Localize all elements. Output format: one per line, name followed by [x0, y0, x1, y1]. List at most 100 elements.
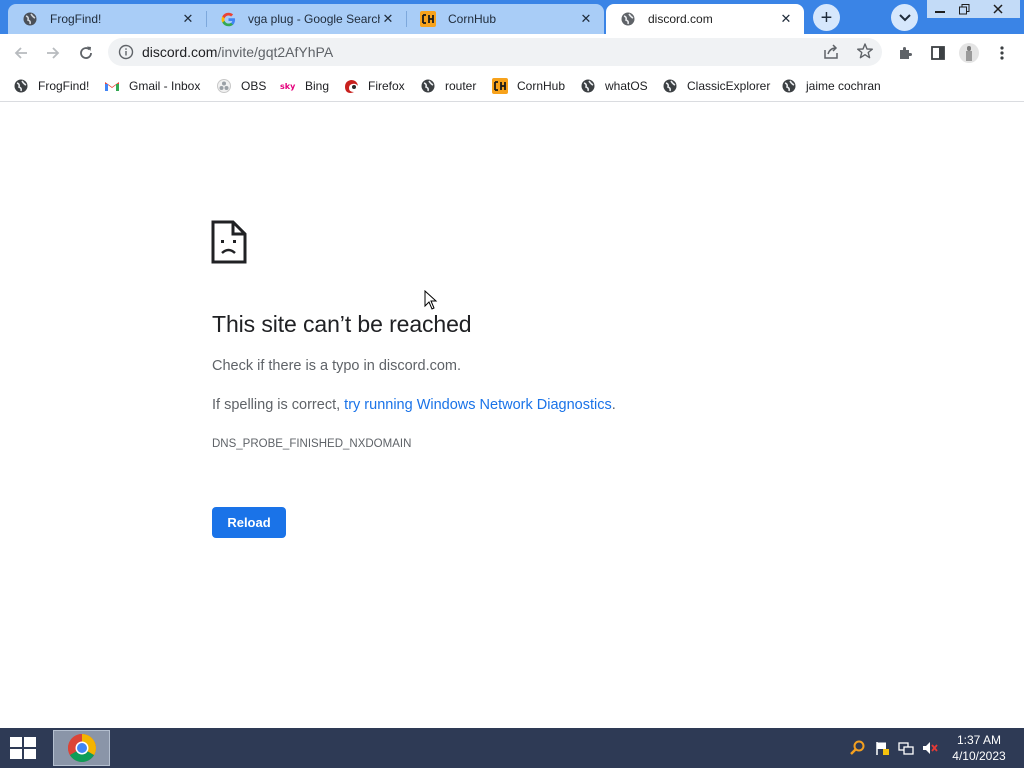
volume-muted-icon[interactable]: [922, 740, 938, 756]
close-icon[interactable]: ✕: [380, 11, 396, 27]
bookmark-label: CornHub: [517, 79, 566, 93]
network-icon[interactable]: [898, 740, 914, 756]
close-icon[interactable]: ✕: [578, 11, 594, 27]
ch-icon: [420, 11, 436, 27]
chevron-down-icon: [898, 13, 911, 21]
bookmark-whatos[interactable]: whatOS: [580, 76, 648, 96]
bookmark-label: ClassicExplorer: [687, 79, 771, 93]
gmail-icon: [104, 78, 120, 94]
bookmark-label: Firefox: [368, 79, 405, 93]
globe-icon: [13, 78, 29, 94]
close-icon[interactable]: ✕: [180, 11, 196, 27]
globe-icon: [22, 11, 38, 27]
puzzle-icon: [900, 47, 912, 59]
bookmark-frogfind[interactable]: FrogFind!: [13, 76, 89, 96]
bookmark-router[interactable]: router: [420, 76, 476, 96]
sad-document-icon: [211, 220, 247, 264]
bookmark-firefox[interactable]: Firefox: [343, 76, 405, 96]
share-icon[interactable]: [822, 43, 840, 61]
side-panel-icon: [931, 46, 945, 60]
arrow-left-icon: [14, 47, 27, 59]
taskbar: 1:37 AM 4/10/2023: [0, 728, 1024, 768]
obs-icon: [216, 78, 232, 94]
globe-icon: [620, 11, 636, 27]
more-vert-icon: [1000, 46, 1004, 60]
tab-search-button[interactable]: [891, 4, 918, 31]
globe-icon: [781, 78, 797, 94]
info-icon[interactable]: [118, 44, 134, 60]
error-suggestion-diagnostics: If spelling is correct, try running Wind…: [212, 397, 616, 413]
page-content: This site can’t be reached Check if ther…: [0, 103, 1024, 728]
close-icon: [993, 4, 1003, 14]
bookmark-label: OBS: [241, 79, 267, 93]
minimize-button[interactable]: [927, 0, 953, 18]
tab-cornhub[interactable]: CornHub ✕: [406, 4, 604, 34]
mouse-cursor-icon: [424, 290, 438, 310]
reload-button[interactable]: Reload: [212, 507, 286, 538]
globe-icon: [662, 78, 678, 94]
minimize-icon: [935, 11, 945, 13]
bookmark-gmail[interactable]: Gmail - Inbox: [104, 76, 200, 96]
browser-toolbar: discord.com/invite/gqt2AfYhPA: [0, 34, 1024, 70]
bookmark-label: Bing: [305, 79, 330, 93]
suggestion-prefix: If spelling is correct,: [212, 397, 345, 413]
tab-title: CornHub: [448, 12, 497, 26]
close-icon[interactable]: ✕: [778, 11, 794, 27]
clock-date: 4/10/2023: [952, 749, 1006, 763]
profile-button[interactable]: [956, 40, 982, 66]
google-icon: [220, 11, 236, 27]
bing-icon: sky: [280, 78, 296, 94]
tab-title: discord.com: [648, 12, 713, 26]
avatar: [959, 43, 979, 63]
network-diagnostics-link[interactable]: try running Windows Network Diagnostics: [344, 397, 612, 413]
bookmark-cornhub[interactable]: CornHub: [492, 76, 565, 96]
tab-title: vga plug - Google Search: [248, 12, 380, 26]
windows-start-button[interactable]: [8, 736, 38, 760]
tab-discord-active[interactable]: discord.com ✕: [606, 4, 804, 34]
restore-button[interactable]: [953, 0, 976, 18]
url-text[interactable]: discord.com/invite/gqt2AfYhPA: [142, 44, 333, 60]
arrow-right-icon: [47, 47, 60, 59]
svg-text:sky: sky: [280, 82, 296, 91]
error-suggestion-typo: Check if there is a typo in discord.com.: [212, 358, 462, 374]
refresh-icon: [80, 46, 92, 59]
error-code: DNS_PROBE_FINISHED_NXDOMAIN: [212, 438, 412, 450]
restore-icon: [959, 3, 970, 14]
reload-toolbar-button[interactable]: [73, 40, 99, 66]
chrome-icon: [67, 734, 96, 762]
search-icon[interactable]: [849, 740, 865, 756]
forward-button[interactable]: [40, 40, 66, 66]
back-button[interactable]: [8, 40, 34, 66]
bookmark-bing[interactable]: sky Bing: [280, 76, 329, 96]
taskbar-chrome-button[interactable]: [53, 730, 110, 766]
bookmarks-bar: FrogFind! Gmail - Inbox OBS sky Bing Fir…: [0, 70, 1024, 102]
globe-icon: [580, 78, 596, 94]
extensions-button[interactable]: [893, 40, 919, 66]
menu-button[interactable]: [989, 40, 1015, 66]
tab-frogfind[interactable]: FrogFind! ✕: [8, 4, 206, 34]
url-host: discord.com: [142, 44, 218, 60]
new-tab-button[interactable]: +: [813, 4, 840, 31]
window-close-button[interactable]: [976, 0, 1020, 18]
bookmark-label: router: [445, 79, 477, 93]
globe-icon: [420, 78, 436, 94]
bookmark-star-icon[interactable]: [856, 42, 874, 60]
system-clock[interactable]: 1:37 AM 4/10/2023: [948, 732, 1010, 764]
bookmark-label: FrogFind!: [38, 79, 90, 93]
bookmark-label: jaime cochran: [806, 79, 881, 93]
address-bar[interactable]: discord.com/invite/gqt2AfYhPA: [108, 38, 882, 66]
clock-time: 1:37 AM: [956, 733, 1002, 747]
bookmark-jaime-cochran[interactable]: jaime cochran: [781, 76, 881, 96]
side-panel-button[interactable]: [925, 40, 951, 66]
bookmark-obs[interactable]: OBS: [216, 76, 266, 96]
suggestion-suffix: .: [611, 397, 616, 413]
bookmark-label: whatOS: [605, 79, 648, 93]
url-path: /invite/gqt2AfYhPA: [217, 44, 334, 60]
bookmark-classicexplorer[interactable]: ClassicExplorer: [662, 76, 770, 96]
tab-google-search[interactable]: vga plug - Google Search ✕: [206, 4, 406, 34]
bookmark-label: Gmail - Inbox: [129, 79, 201, 93]
action-center-flag-icon[interactable]: [874, 740, 890, 756]
tab-title: FrogFind!: [50, 12, 102, 26]
ch-icon: [492, 78, 508, 94]
tab-strip: FrogFind! ✕ vga plug - Google Search ✕ C…: [0, 0, 1024, 34]
